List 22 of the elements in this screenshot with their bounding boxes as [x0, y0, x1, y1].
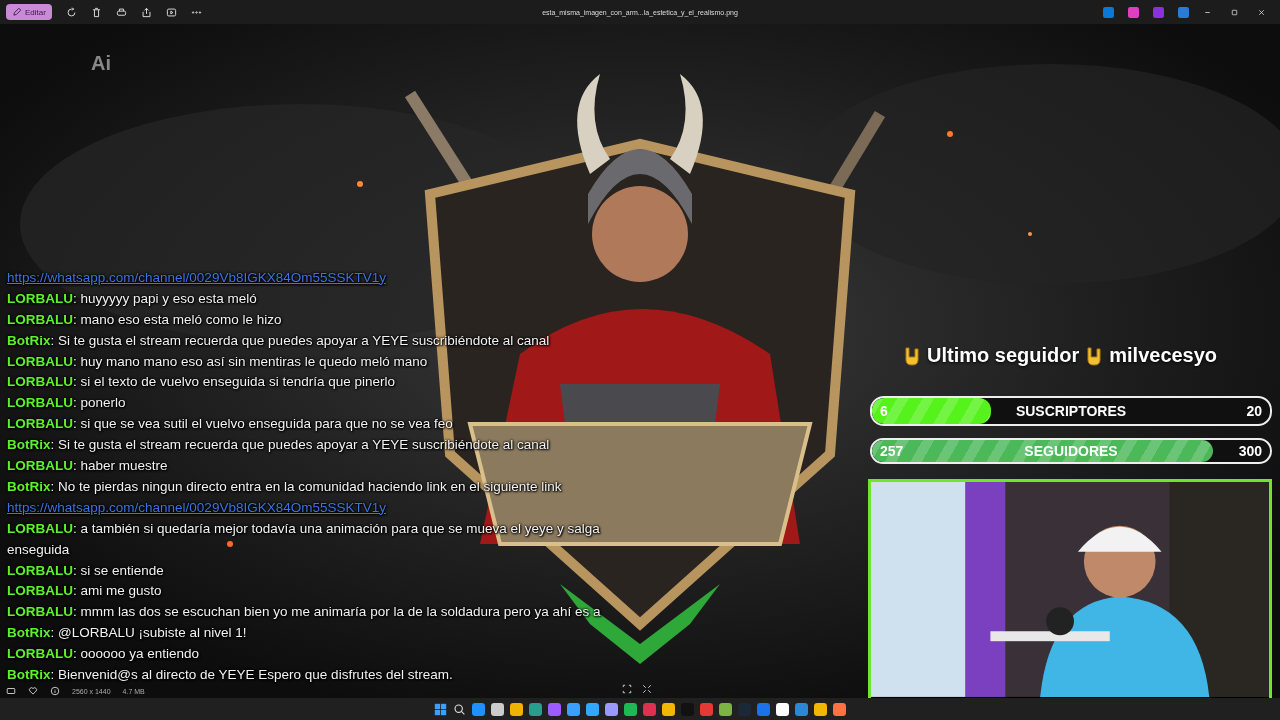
share-icon[interactable]: [140, 6, 152, 18]
app-icon[interactable]: [833, 702, 846, 716]
pen-icon: [12, 7, 22, 17]
rotate-icon[interactable]: [65, 6, 77, 18]
app-icon[interactable]: [510, 702, 523, 716]
edit-button[interactable]: Editar: [6, 4, 52, 20]
delete-icon[interactable]: [90, 6, 102, 18]
app-icon[interactable]: [491, 702, 504, 716]
slideshow-icon[interactable]: [165, 6, 177, 18]
print-icon[interactable]: [115, 6, 127, 18]
app-icon[interactable]: [776, 702, 789, 716]
search-icon[interactable]: [453, 702, 466, 716]
app-icon[interactable]: [567, 702, 580, 716]
windows-icon[interactable]: [434, 702, 447, 716]
app-icon[interactable]: [814, 702, 827, 716]
app-icon[interactable]: [719, 702, 732, 716]
app-icon[interactable]: [586, 702, 599, 716]
app-icon[interactable]: [662, 702, 675, 716]
close-icon[interactable]: [1257, 7, 1266, 17]
app-icon[interactable]: [605, 702, 618, 716]
app-icon[interactable]: [624, 702, 637, 716]
maximize-icon[interactable]: [1230, 7, 1239, 17]
